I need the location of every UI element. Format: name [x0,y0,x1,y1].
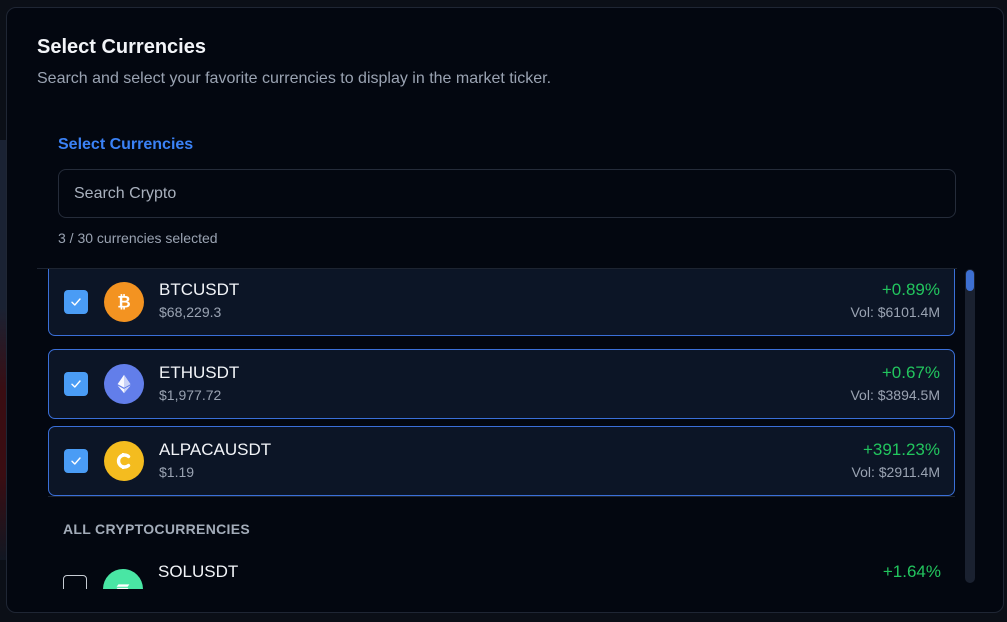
selector-label: Select Currencies [58,136,194,153]
selected-currency-card-alpacausdt[interactable]: ALPACAUSDT $1.19 +391.23% Vol: $2911.4M [48,426,955,496]
currency-symbol: SOLUSDT [158,562,239,581]
svg-text:₿: ₿ [117,293,130,312]
checkmark-icon [71,380,81,388]
currency-row-solusdt[interactable]: SOLUSDT +1.64% [48,552,955,589]
checkbox-unchecked[interactable] [63,575,87,589]
dialog-title: Select Currencies [37,36,206,58]
select-currencies-dialog: Select Currencies Search and select your… [6,7,1004,613]
selected-currency-card-btcusdt[interactable]: ₿ BTCUSDT $68,229.3 +0.89% Vol: $6101.4M [48,269,955,336]
checkmark-icon [71,457,81,465]
solana-icon [103,569,143,589]
search-input[interactable] [59,170,955,217]
currency-volume: Vol: $6101.4M [850,304,940,320]
scrollbar-thumb[interactable] [966,270,974,291]
search-box[interactable] [58,169,956,218]
currency-change: +1.64% [882,562,941,581]
currency-symbol: BTCUSDT [159,280,240,299]
section-separator [48,496,955,497]
checkmark-icon [71,298,81,306]
currency-price: $1.19 [159,464,195,480]
currency-price: $1,977.72 [159,387,222,403]
dialog-description: Search and select your favorite currenci… [37,70,552,87]
checkbox-checked[interactable] [64,449,88,473]
currency-change: +0.67% [881,363,940,382]
currency-change: +391.23% [862,440,940,459]
all-cryptocurrencies-heading: ALL CRYPTOCURRENCIES [63,521,250,537]
currency-symbol: ETHUSDT [159,363,240,382]
currency-price: $68,229.3 [159,304,222,320]
bitcoin-icon: ₿ [104,282,144,322]
selection-counter: 3 / 30 currencies selected [58,230,218,246]
currency-change: +0.89% [881,280,940,299]
currency-volume: Vol: $3894.5M [850,387,940,403]
currency-list[interactable]: ₿ BTCUSDT $68,229.3 +0.89% Vol: $6101.4M… [37,269,957,589]
ethereum-icon [104,364,144,404]
checkbox-checked[interactable] [64,290,88,314]
selected-currency-card-ethusdt[interactable]: ETHUSDT $1,977.72 +0.67% Vol: $3894.5M [48,349,955,419]
checkbox-checked[interactable] [64,372,88,396]
currency-symbol: ALPACAUSDT [159,440,272,459]
scrollbar-track[interactable] [965,269,975,583]
alpaca-icon [104,441,144,481]
currency-volume: Vol: $2911.4M [851,464,940,480]
